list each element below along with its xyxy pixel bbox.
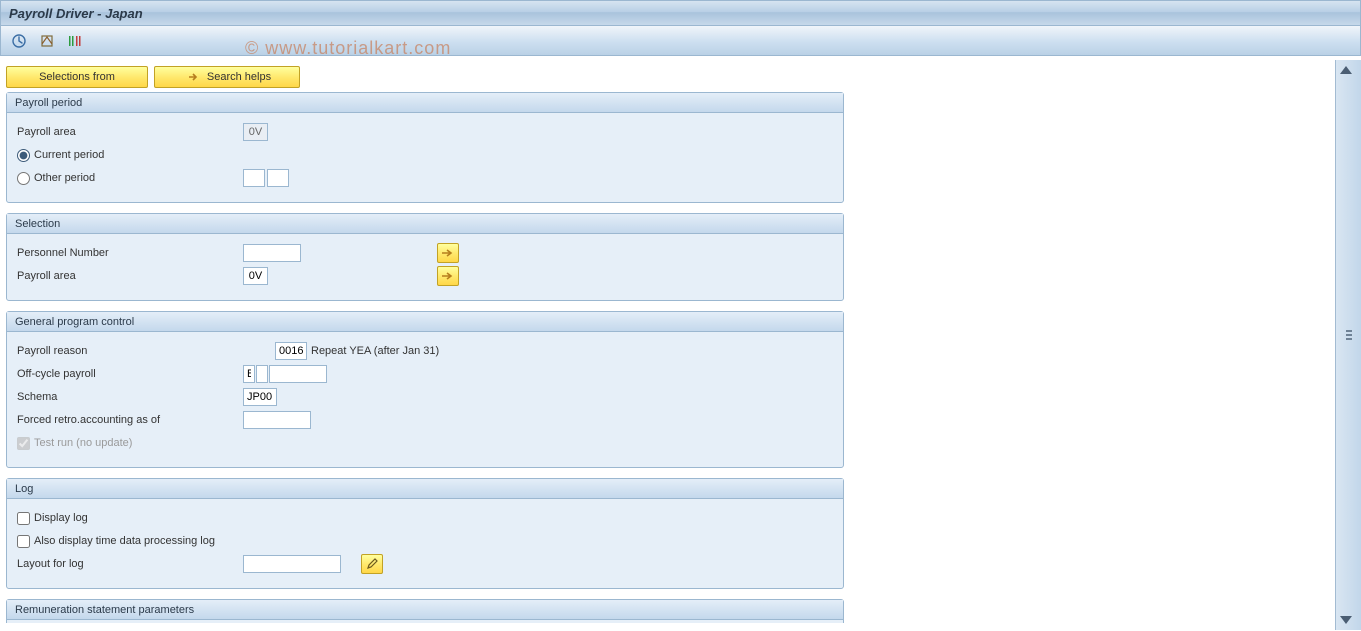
- current-period-radio[interactable]: Current period: [17, 149, 104, 162]
- selections-from-label: Selections from: [39, 71, 115, 83]
- payroll-reason-code[interactable]: [275, 342, 307, 360]
- schema-label: Schema: [17, 391, 243, 403]
- payroll-reason-text: Repeat YEA (after Jan 31): [311, 345, 439, 357]
- scroll-up-icon[interactable]: [1340, 66, 1352, 74]
- group-log: Log Display log Also display time data p…: [6, 478, 844, 589]
- group-remuneration: Remuneration statement parameters Layout…: [6, 599, 844, 623]
- execute-icon[interactable]: [9, 31, 29, 51]
- bars-icon[interactable]: [65, 31, 85, 51]
- edit-icon[interactable]: [361, 554, 383, 574]
- search-helps-button[interactable]: Search helps: [154, 66, 300, 88]
- group-title: Selection: [15, 218, 60, 230]
- display-log-label: Display log: [34, 512, 88, 524]
- app-toolbar: [0, 26, 1361, 56]
- also-display-label: Also display time data processing log: [34, 535, 215, 547]
- multiple-selection-icon[interactable]: [437, 243, 459, 263]
- personnel-number-field[interactable]: [243, 244, 301, 262]
- group-payroll-period: Payroll period Payroll area Current peri…: [6, 92, 844, 203]
- payroll-reason-label: Payroll reason: [17, 345, 275, 357]
- also-display-checkbox[interactable]: Also display time data processing log: [17, 535, 215, 548]
- arrow-right-icon: [187, 72, 201, 82]
- vertical-scrollbar[interactable]: [1335, 60, 1361, 630]
- other-period-label: Other period: [34, 172, 95, 184]
- variant-icon[interactable]: [37, 31, 57, 51]
- group-title: Payroll period: [15, 97, 82, 109]
- search-helps-label: Search helps: [207, 71, 271, 83]
- other-period-field-2[interactable]: [267, 169, 289, 187]
- group-title: Remuneration statement parameters: [15, 604, 194, 616]
- schema-field[interactable]: [243, 388, 277, 406]
- offcycle-field-2[interactable]: [256, 365, 268, 383]
- page-title: Payroll Driver - Japan: [9, 6, 143, 21]
- yellow-button-bar: Selections from Search helps: [6, 66, 1328, 88]
- test-run-checkbox: Test run (no update): [17, 437, 132, 450]
- group-selection: Selection Personnel Number . Payroll are…: [6, 213, 844, 301]
- payroll-area-field[interactable]: [243, 267, 268, 285]
- selections-from-button[interactable]: Selections from: [6, 66, 148, 88]
- group-general: General program control Payroll reason R…: [6, 311, 844, 468]
- forced-retro-field[interactable]: [243, 411, 311, 429]
- titlebar: Payroll Driver - Japan: [0, 0, 1361, 26]
- other-period-field-1[interactable]: [243, 169, 265, 187]
- layout-log-label: Layout for log: [17, 558, 243, 570]
- group-title: General program control: [15, 316, 134, 328]
- scroll-grip-icon[interactable]: [1346, 328, 1352, 354]
- payroll-area-label: Payroll area: [17, 126, 243, 138]
- test-run-label: Test run (no update): [34, 437, 132, 449]
- layout-log-field[interactable]: [243, 555, 341, 573]
- current-period-label: Current period: [34, 149, 104, 161]
- payroll-area-label: Payroll area: [17, 270, 243, 282]
- forced-retro-label: Forced retro.accounting as of: [17, 414, 243, 426]
- content-area: Selections from Search helps Payroll per…: [0, 60, 1334, 623]
- offcycle-label: Off-cycle payroll: [17, 368, 243, 380]
- window: Payroll Driver - Japan © www.tutorialkar…: [0, 0, 1361, 631]
- personnel-number-label: Personnel Number: [17, 247, 243, 259]
- multiple-selection-icon[interactable]: [437, 266, 459, 286]
- payroll-area-value: [243, 123, 268, 141]
- group-title: Log: [15, 483, 33, 495]
- offcycle-field-1[interactable]: [243, 365, 255, 383]
- offcycle-field-3[interactable]: [269, 365, 327, 383]
- scroll-down-icon[interactable]: [1340, 616, 1352, 624]
- display-log-checkbox[interactable]: Display log: [17, 512, 88, 525]
- other-period-radio[interactable]: Other period: [17, 172, 243, 185]
